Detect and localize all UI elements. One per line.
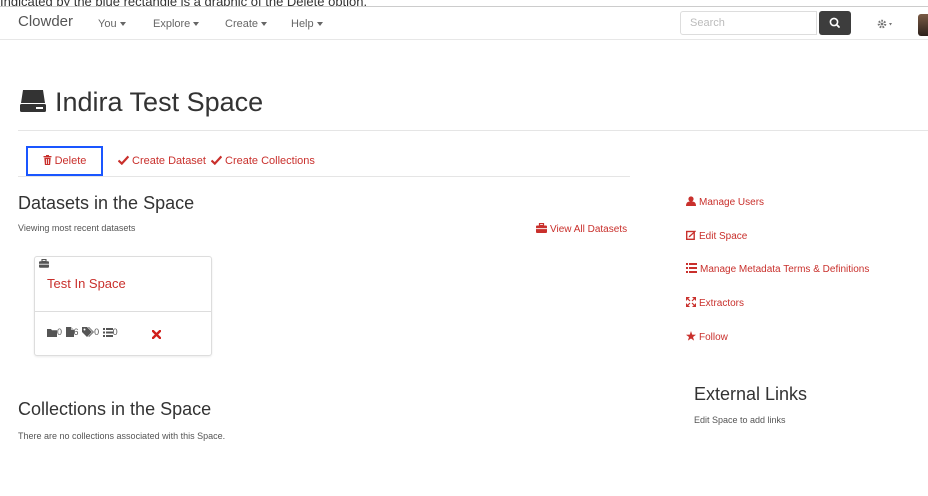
nav-menu-you[interactable]: You: [98, 18, 126, 30]
nav-menu-help[interactable]: Help: [291, 18, 323, 30]
create-dataset-button[interactable]: Create Dataset: [117, 146, 206, 176]
create-collections-label: Create Collections: [225, 155, 315, 167]
nav-menu-label: Create: [225, 18, 259, 30]
comment-count: 0: [112, 327, 118, 337]
collections-section-title: Collections in the Space: [18, 399, 212, 419]
delete-button[interactable]: Delete: [26, 146, 103, 176]
gear-icon: [877, 19, 892, 29]
tags-icon: [82, 327, 95, 337]
search-input[interactable]: [680, 11, 817, 35]
briefcase-icon: [39, 259, 49, 268]
manage-metadata-label: Manage Metadata Terms & Definitions: [700, 264, 870, 275]
caret-down-icon: [193, 22, 200, 27]
dataset-stats: 0 6 0 0: [47, 327, 119, 339]
edit-space-link[interactable]: Edit Space: [685, 230, 748, 242]
list-icon: [102, 328, 113, 337]
manage-metadata-link[interactable]: Manage Metadata Terms & Definitions: [686, 263, 869, 275]
search-icon: [829, 17, 840, 28]
dataset-name-link[interactable]: Test In Space: [47, 276, 126, 291]
briefcase-icon: [536, 222, 547, 233]
edit-space-label: Edit Space: [699, 231, 748, 242]
page-title: Indira Test Space: [55, 87, 264, 117]
caret-down-icon: [119, 22, 126, 27]
nav-menu-explore[interactable]: Explore: [153, 18, 200, 30]
nav-menu-label: You: [98, 18, 117, 30]
tag-count: 0: [94, 327, 100, 337]
file-icon: [65, 327, 74, 337]
folder-icon: [47, 329, 57, 337]
top-navbar: Clowder You Explore Create Help: [0, 7, 928, 40]
star-icon: [686, 331, 696, 341]
checkmark-icon: [117, 155, 130, 166]
user-avatar[interactable]: [918, 14, 928, 36]
search-button[interactable]: [819, 11, 851, 35]
caret-down-icon: [261, 22, 268, 27]
collections-empty-message: There are no collections associated with…: [18, 431, 226, 441]
title-divider: [18, 130, 928, 131]
follow-label: Follow: [699, 332, 728, 343]
datasets-section-title: Datasets in the Space: [18, 193, 195, 213]
create-collections-button[interactable]: Create Collections: [210, 146, 315, 176]
brand-logo[interactable]: Clowder: [18, 13, 73, 30]
dataset-card: Test In Space 0 6 0 0: [34, 256, 212, 356]
file-count: 6: [73, 327, 79, 337]
nav-menu-label: Help: [291, 18, 314, 30]
extractors-link[interactable]: Extractors: [686, 297, 744, 309]
list-icon: [686, 263, 697, 273]
follow-link[interactable]: Follow: [686, 331, 728, 343]
trash-icon: [43, 155, 52, 165]
user-icon: [686, 196, 696, 206]
manage-users-link[interactable]: Manage Users: [686, 196, 764, 208]
card-divider: [35, 311, 211, 312]
external-links-text: Edit Space to add links: [694, 415, 786, 425]
remove-dataset-icon[interactable]: [152, 330, 161, 339]
nav-menu-label: Explore: [153, 18, 191, 30]
caret-down-icon: [316, 22, 323, 27]
checkmark-icon: [210, 155, 223, 166]
manage-users-label: Manage Users: [699, 197, 765, 208]
fullscreen-icon: [686, 297, 696, 307]
nav-menu-create[interactable]: Create: [225, 18, 268, 30]
delete-label: Delete: [54, 155, 87, 167]
view-all-datasets-label: View All Datasets: [550, 224, 628, 235]
settings-menu[interactable]: [876, 17, 896, 35]
actions-divider: [18, 176, 630, 177]
create-dataset-label: Create Dataset: [132, 155, 206, 167]
datasets-subtitle: Viewing most recent datasets: [18, 223, 136, 233]
external-links-title: External Links: [694, 384, 808, 404]
edit-icon: [685, 230, 696, 241]
view-all-datasets-link[interactable]: View All Datasets: [536, 222, 628, 235]
folder-count: 0: [57, 327, 63, 337]
hdd-icon: [20, 90, 46, 112]
extractors-label: Extractors: [699, 298, 745, 309]
